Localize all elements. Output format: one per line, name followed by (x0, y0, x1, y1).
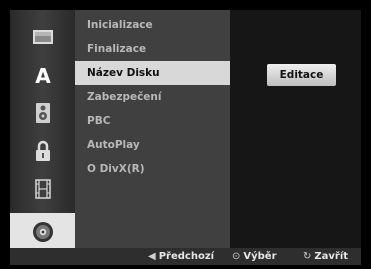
options-panel: Editace (230, 10, 361, 248)
hint-select-label: Výběr (243, 251, 277, 262)
disc-icon (32, 222, 53, 242)
return-icon: ↻ (303, 251, 312, 262)
film-icon (32, 30, 53, 44)
lock-icon (35, 140, 50, 161)
hint-close: ↻ Zavřít (303, 248, 348, 265)
edit-button[interactable]: Editace (267, 64, 336, 86)
filmstrip-icon (34, 179, 51, 199)
sidebar-item-recording[interactable] (10, 170, 75, 208)
speaker-icon (35, 103, 50, 123)
svg-text:A: A (35, 64, 51, 86)
menu-item-initialize[interactable]: Inicializace (75, 13, 230, 37)
hint-close-label: Zavřít (314, 251, 349, 262)
sidebar-item-display[interactable] (10, 18, 75, 56)
menu-item-disc-name[interactable]: Název Disku (75, 61, 230, 85)
menu-item-pbc[interactable]: PBC (75, 109, 230, 133)
menu-item-divx[interactable]: O DivX(R) (75, 157, 230, 181)
sidebar-item-disc[interactable] (10, 213, 75, 251)
disc-menu: Inicializace Finalizace Název Disku Zabe… (75, 10, 230, 248)
hint-select: ⊙ Výběr (232, 248, 277, 265)
hint-previous-label: Předchozí (158, 251, 215, 262)
sidebar-item-audio[interactable] (10, 94, 75, 132)
sidebar-item-language[interactable]: A (10, 56, 75, 94)
hint-previous: ◀ Předchozí (148, 248, 214, 265)
menu-item-finalize[interactable]: Finalizace (75, 37, 230, 61)
dvd-setup-screen: A Inicializace Finalizace Název Disku Za… (0, 0, 371, 269)
left-arrow-icon: ◀ (148, 251, 156, 262)
sidebar-item-lock[interactable] (10, 132, 75, 170)
menu-item-autoplay[interactable]: AutoPlay (75, 133, 230, 157)
enter-icon: ⊙ (232, 251, 241, 262)
hint-bar: ◀ Předchozí ⊙ Výběr ↻ Zavřít (10, 248, 361, 265)
category-sidebar: A (10, 10, 75, 251)
menu-item-protection[interactable]: Zabezpečení (75, 85, 230, 109)
language-icon: A (35, 64, 51, 86)
